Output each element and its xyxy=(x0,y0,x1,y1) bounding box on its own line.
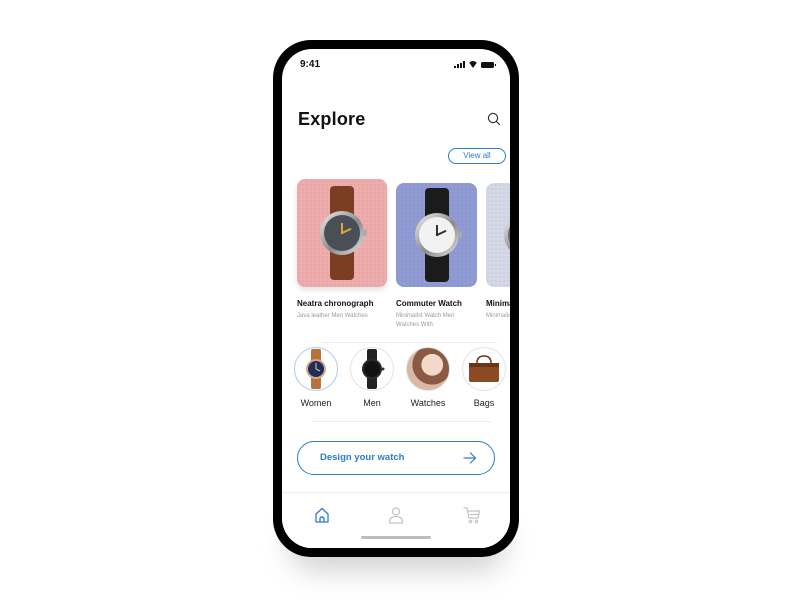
watch-image-icon xyxy=(318,186,367,280)
tab-cart[interactable] xyxy=(462,505,482,525)
design-your-watch-button[interactable]: Design your watch xyxy=(297,441,495,475)
view-all-button[interactable]: View all xyxy=(448,148,506,164)
cart-icon xyxy=(463,507,481,524)
home-indicator[interactable] xyxy=(361,536,431,539)
battery-icon xyxy=(481,62,496,68)
category-women[interactable]: Women xyxy=(290,347,342,408)
status-icons xyxy=(454,61,496,68)
product-image[interactable] xyxy=(486,183,510,287)
category-label: Women xyxy=(300,398,332,408)
product-description: Java leather Men Watches xyxy=(297,313,368,319)
watches-photo-icon xyxy=(406,347,450,391)
wifi-icon xyxy=(468,61,478,68)
status-time: 9:41 xyxy=(300,59,321,70)
product-card[interactable]: Commuter Watch Minimalist Watch Men Watc… xyxy=(396,183,486,330)
product-image[interactable] xyxy=(396,183,477,287)
app-screen: 9:41 Explore View all Neatra chronograph… xyxy=(282,49,510,548)
tab-profile[interactable] xyxy=(386,505,406,525)
category-men[interactable]: Men xyxy=(346,347,398,408)
user-icon xyxy=(388,507,404,524)
category-label: Men xyxy=(363,398,381,408)
product-name: Neatra chronograph xyxy=(297,299,374,308)
product-carousel[interactable]: Neatra chronograph Java leather Men Watc… xyxy=(297,179,510,339)
women-watch-icon xyxy=(294,347,338,391)
product-name: Minimalist xyxy=(486,299,510,308)
page-title: Explore xyxy=(298,109,366,129)
search-icon[interactable] xyxy=(486,111,502,127)
product-image[interactable] xyxy=(297,179,387,287)
product-card[interactable]: Minimalist Minimalist Men Watches xyxy=(486,183,510,321)
product-description: Minimalist Men Watches xyxy=(486,313,510,319)
product-name: Commuter Watch xyxy=(396,299,462,308)
arrow-right-icon xyxy=(463,452,477,464)
category-watches[interactable]: Watches xyxy=(402,347,454,408)
status-bar: 9:41 xyxy=(300,59,496,73)
divider xyxy=(312,421,492,422)
category-label: Watches xyxy=(410,398,446,408)
product-description: Minimalist Watch Men Watches With xyxy=(396,313,455,328)
home-icon xyxy=(315,507,329,523)
product-card[interactable]: Neatra chronograph Java leather Men Watc… xyxy=(297,179,387,321)
category-label: Bags xyxy=(473,398,495,408)
tab-bar xyxy=(282,492,510,548)
signal-icon xyxy=(454,61,465,68)
watch-image-icon xyxy=(413,188,462,282)
divider xyxy=(322,342,497,343)
category-list: Women Men Watches Bags xyxy=(290,347,510,408)
cta-label: Design your watch xyxy=(320,452,405,463)
phone-frame: 9:41 Explore View all Neatra chronograph… xyxy=(273,40,519,557)
bag-icon xyxy=(462,347,506,391)
category-bags[interactable]: Bags xyxy=(458,347,510,408)
watch-image-icon xyxy=(502,188,510,282)
tab-home[interactable] xyxy=(312,505,332,525)
men-watch-icon xyxy=(350,347,394,391)
